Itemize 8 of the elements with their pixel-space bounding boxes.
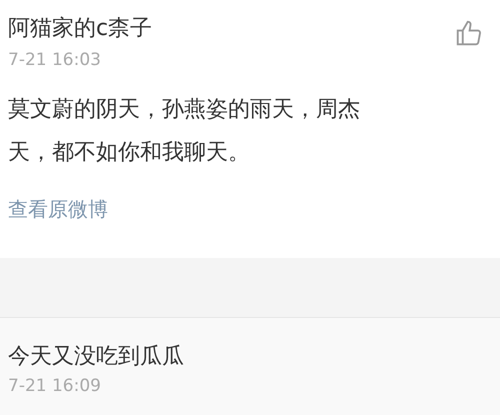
author-name: 今天又没吃到瓜瓜: [8, 343, 184, 371]
author-name: 阿猫家的c柰子: [8, 15, 152, 43]
comment-text: 天，都不如你和我聊天。: [8, 139, 251, 167]
timestamp: 7-21 16:03: [8, 49, 102, 72]
thumbs-up-icon[interactable]: [454, 18, 484, 48]
comment-text: 莫文蔚的阴天，孙燕姿的雨天，周杰: [8, 96, 361, 124]
timestamp: 7-21 16:09: [8, 375, 102, 398]
view-original-link[interactable]: 查看原微博: [8, 197, 108, 221]
